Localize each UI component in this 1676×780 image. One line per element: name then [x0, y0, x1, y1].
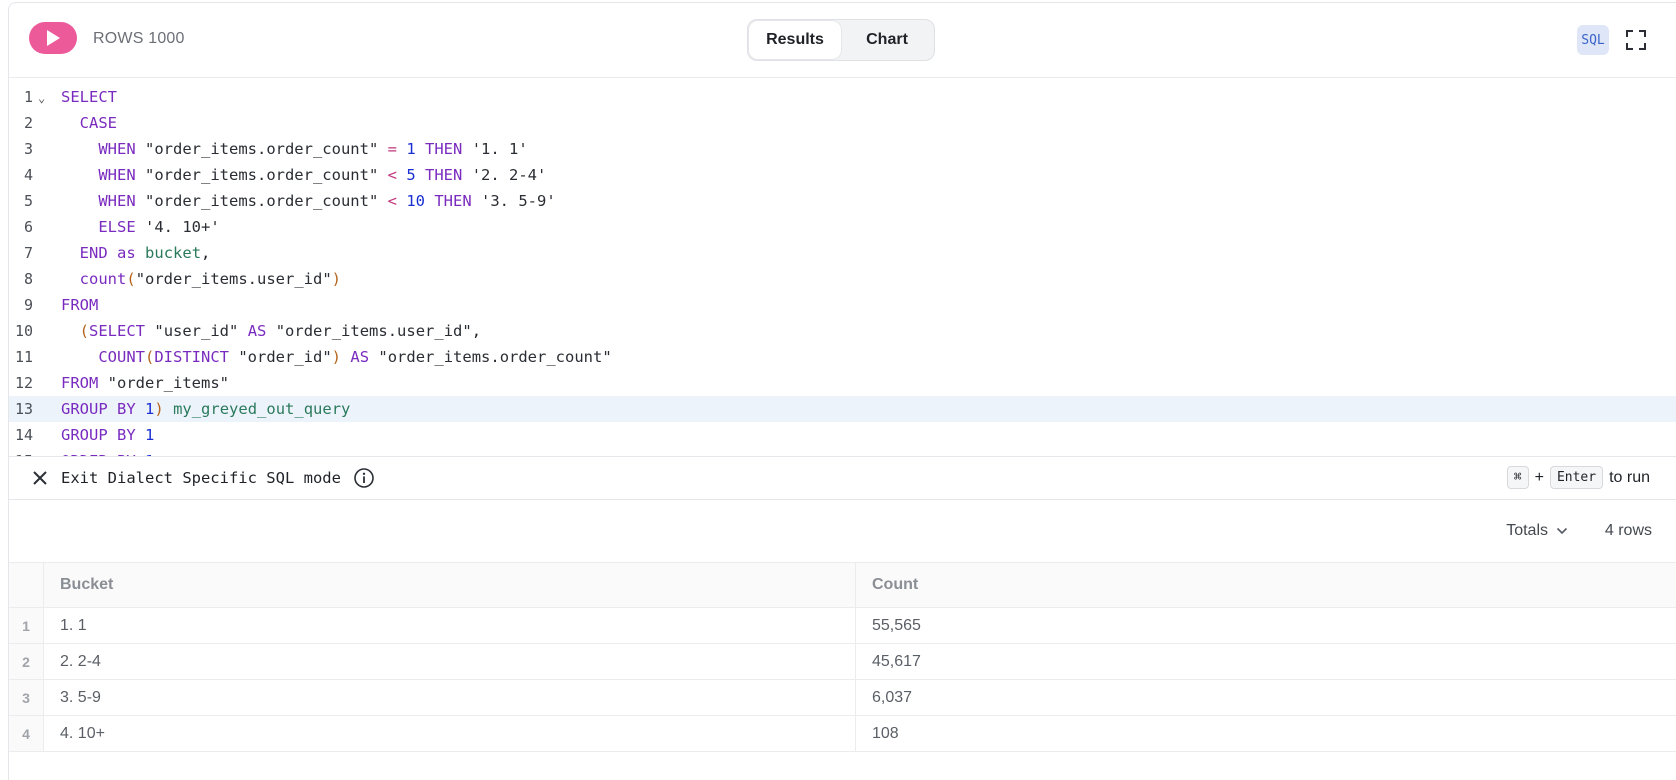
line-number: 3 [23, 140, 33, 158]
code-line[interactable]: 11 COUNT(DISTINCT "order_id") AS "order_… [9, 344, 1676, 370]
table-row[interactable]: 1 1. 1 55,565 [9, 607, 1676, 644]
view-tabs: Results Chart [747, 19, 935, 61]
code-text: GROUP BY 1 [61, 426, 155, 444]
code-line[interactable]: 1 ⌄ SELECT [9, 84, 1676, 110]
code-text: SELECT [61, 88, 117, 106]
code-line[interactable]: 8 count("order_items.user_id") [9, 266, 1676, 292]
code-line[interactable]: 5 WHEN "order_items.order_count" < 10 TH… [9, 188, 1676, 214]
line-number: 12 [14, 374, 33, 392]
code-line[interactable]: 12 FROM "order_items" [9, 370, 1676, 396]
totals-dropdown[interactable]: Totals [1506, 522, 1568, 540]
results-header: Totals 4 rows [9, 500, 1676, 563]
line-number: 5 [23, 192, 33, 210]
exit-dialect-mode-link[interactable]: Exit Dialect Specific SQL mode [61, 469, 341, 487]
toolbar: ROWS 1000 Results Chart SQL [9, 3, 1676, 78]
line-number: 11 [14, 348, 33, 366]
cell-count: 55,565 [855, 607, 1676, 644]
row-index: 3 [9, 679, 44, 716]
sql-runner-panel: ROWS 1000 Results Chart SQL 1 ⌄ SELECT 2 CA… [8, 2, 1676, 780]
code-text: END as bucket, [79, 244, 211, 262]
code-text: CASE [79, 114, 117, 132]
code-line[interactable]: 4 WHEN "order_items.order_count" < 5 THE… [9, 162, 1676, 188]
code-line[interactable]: 3 WHEN "order_items.order_count" = 1 THE… [9, 136, 1676, 162]
chevron-down-icon [1556, 527, 1568, 535]
line-number: 10 [14, 322, 33, 340]
code-text: (SELECT "user_id" AS "order_items.user_i… [79, 322, 482, 340]
fullscreen-icon[interactable] [1625, 29, 1647, 51]
cell-bucket: 3. 5-9 [43, 679, 856, 716]
sql-mode-button[interactable]: SQL [1577, 25, 1609, 55]
column-header-bucket[interactable]: Bucket [43, 563, 856, 608]
cell-bucket: 1. 1 [43, 607, 856, 644]
column-header-count[interactable]: Count [855, 563, 1676, 608]
code-text: FROM "order_items" [61, 374, 229, 392]
row-index: 4 [9, 715, 44, 752]
line-number: 6 [23, 218, 33, 236]
dialect-mode-bar: Exit Dialect Specific SQL mode ⌘ + Enter… [9, 456, 1676, 500]
cell-count: 108 [855, 715, 1676, 752]
play-icon [47, 30, 60, 46]
line-number: 14 [14, 426, 33, 444]
code-text: count("order_items.user_id") [79, 270, 341, 288]
results-table: Bucket Count 1 1. 1 55,565 2 2. 2-4 45,617 3 3.… [9, 563, 1676, 752]
table-row[interactable]: 4 4. 10+ 108 [9, 715, 1676, 752]
tab-chart[interactable]: Chart [841, 21, 933, 59]
code-line[interactable]: 13 GROUP BY 1) my_greyed_out_query [9, 396, 1676, 422]
code-line[interactable]: 6 ELSE '4. 10+' [9, 214, 1676, 240]
table-header-row: Bucket Count [9, 563, 1676, 608]
close-icon[interactable] [31, 469, 49, 487]
line-number: 7 [23, 244, 33, 262]
row-index: 1 [9, 607, 44, 644]
code-text: WHEN "order_items.order_count" = 1 THEN … [98, 140, 528, 158]
sql-editor[interactable]: 1 ⌄ SELECT 2 CASE 3 WHEN "order_items.order_… [9, 78, 1676, 470]
code-line[interactable]: 2 CASE [9, 110, 1676, 136]
code-text: FROM [61, 296, 99, 314]
code-line[interactable]: 9 FROM [9, 292, 1676, 318]
code-line[interactable]: 7 END as bucket, [9, 240, 1676, 266]
info-icon[interactable] [353, 467, 375, 489]
command-key: ⌘ [1506, 466, 1529, 489]
code-text: WHEN "order_items.order_count" < 10 THEN… [98, 192, 556, 210]
code-text: ELSE '4. 10+' [98, 218, 220, 236]
fold-chevron-icon[interactable]: ⌄ [38, 85, 45, 111]
row-index: 2 [9, 643, 44, 680]
cell-bucket: 2. 2-4 [43, 643, 856, 680]
tab-results[interactable]: Results [749, 21, 841, 59]
table-row[interactable]: 2 2. 2-4 45,617 [9, 643, 1676, 680]
line-number: 8 [23, 270, 33, 288]
row-limit-label[interactable]: ROWS 1000 [93, 30, 185, 48]
cell-count: 45,617 [855, 643, 1676, 680]
code-line[interactable]: 14 GROUP BY 1 [9, 422, 1676, 448]
table-row[interactable]: 3 3. 5-9 6,037 [9, 679, 1676, 716]
line-number: 2 [23, 114, 33, 132]
line-number: 13 [14, 400, 33, 418]
cell-bucket: 4. 10+ [43, 715, 856, 752]
row-count: 4 rows [1604, 522, 1652, 539]
line-number: 4 [23, 166, 33, 184]
line-number: 9 [23, 296, 33, 314]
row-index-header [9, 563, 44, 608]
line-number: 1 [23, 88, 33, 106]
cell-count: 6,037 [855, 679, 1676, 716]
code-text: WHEN "order_items.order_count" < 5 THEN … [98, 166, 547, 184]
run-shortcut-hint: ⌘ + Enter to run [1506, 466, 1650, 489]
shortcut-suffix: to run [1609, 468, 1650, 486]
code-text: COUNT(DISTINCT "order_id") AS "order_ite… [98, 348, 612, 366]
enter-key: Enter [1549, 466, 1604, 489]
totals-label: Totals [1506, 522, 1548, 539]
shortcut-plus: + [1534, 468, 1544, 486]
code-text: GROUP BY 1) my_greyed_out_query [61, 400, 351, 418]
run-query-button[interactable] [29, 22, 77, 54]
code-line[interactable]: 10 (SELECT "user_id" AS "order_items.use… [9, 318, 1676, 344]
